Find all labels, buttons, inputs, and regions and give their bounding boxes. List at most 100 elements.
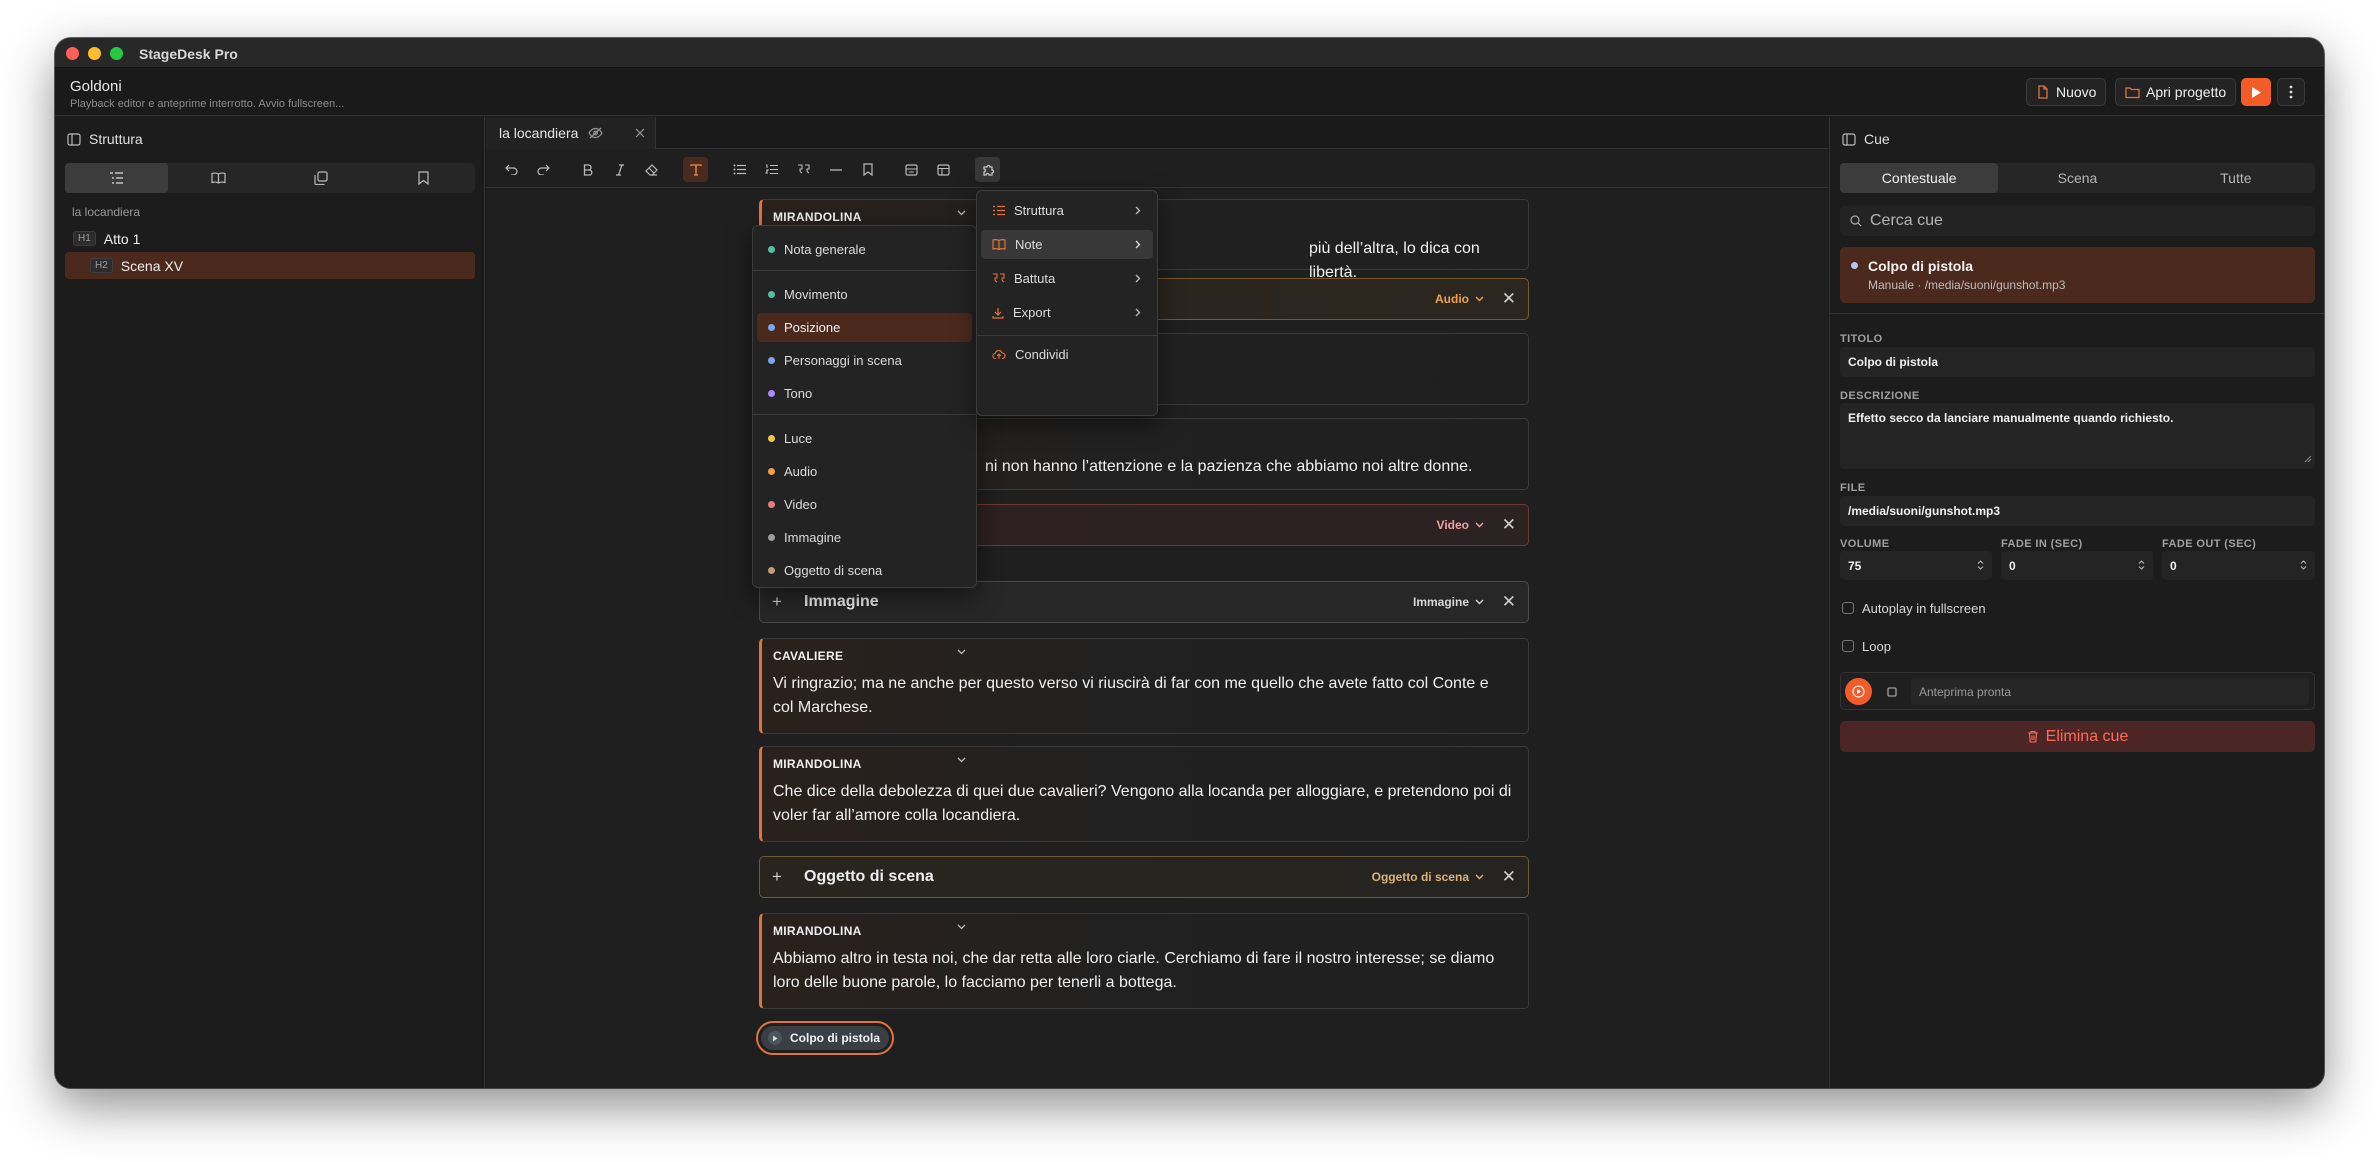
stepper-icon[interactable] [2300,559,2307,574]
list-icon [992,205,1005,216]
stepper-icon[interactable] [2138,559,2145,574]
cue-list-item-selected[interactable]: Colpo di pistola Manuale · /media/suoni/… [1840,247,2315,303]
menu-item-audio[interactable]: Audio [757,457,972,486]
new-button[interactable]: Nuovo [2026,78,2107,106]
menu-item-note[interactable]: Note [981,230,1153,259]
menu-item-struttura[interactable]: Struttura [981,196,1153,225]
autoplay-checkbox[interactable] [1842,602,1854,614]
tree-item-atto-1[interactable]: H1 Atto 1 [73,225,473,252]
description-field[interactable]: Effetto secco da lanciare manualmente qu… [1840,403,2315,469]
menu-item-tono[interactable]: Tono [757,379,972,408]
tab-contestuale[interactable]: Contestuale [1840,163,1999,193]
dot-icon [768,390,775,397]
quote-button[interactable] [791,157,816,182]
line-text[interactable]: Vi ringrazio; ma ne anche per questo ver… [773,672,1513,720]
play-fullscreen-button[interactable] [2241,78,2271,106]
divider [1830,313,2324,314]
menu-item-personaggi-in-scena[interactable]: Personaggi in scena [757,346,972,375]
cue-title[interactable]: Oggetto di scena [804,868,934,886]
chevron-down-icon[interactable] [957,924,966,930]
numbered-list-button[interactable] [759,157,784,182]
tree-item-scena-xv[interactable]: H2 Scena XV [65,252,475,279]
cue-type-select[interactable]: Oggetto di scena [1372,870,1484,884]
close-icon[interactable]: ✕ [1502,289,1516,309]
menu-item-oggetto-di-scena[interactable]: Oggetto di scena [757,556,972,585]
menu-item-nota-generale[interactable]: Nota generale [757,235,972,264]
insert-menu-button[interactable] [975,157,1000,182]
block-button[interactable] [899,157,924,182]
cue-type-select[interactable]: Immagine [1413,595,1484,609]
add-icon[interactable]: + [772,867,782,887]
cue-chip-selected[interactable]: Colpo di pistola [756,1021,894,1055]
fade-in-stepper[interactable]: 0 [2001,551,2153,580]
line-block[interactable]: CAVALIERE Vi ringrazio; ma ne anche per … [759,638,1529,734]
line-block[interactable]: MIRANDOLINA Che dice della debolezza di … [759,746,1529,842]
cue-title[interactable]: Immagine [804,593,879,611]
menu-item-immagine[interactable]: Immagine [757,523,972,552]
clear-format-button[interactable] [639,157,664,182]
text-style-button[interactable] [683,157,708,182]
undo-button[interactable] [499,157,524,182]
chevron-down-icon[interactable] [957,649,966,655]
bold-button[interactable] [575,157,600,182]
close-window-button[interactable] [66,47,79,60]
preview-stop-button[interactable] [1878,678,1905,705]
table-button[interactable] [931,157,956,182]
close-icon[interactable]: ✕ [1502,867,1516,887]
play-icon[interactable] [768,1031,782,1045]
more-options-button[interactable] [2277,78,2305,106]
volume-stepper[interactable]: 75 [1840,551,1992,580]
search-input[interactable] [1870,212,2290,230]
bookmark-button[interactable] [855,157,880,182]
tab-scena[interactable]: Scena [1998,163,2156,193]
loop-checkbox[interactable] [1842,640,1854,652]
tab-copies[interactable] [270,163,373,193]
tab-bookmarks[interactable] [373,163,476,193]
line-text[interactable]: Che dice della debolezza di quei due cav… [773,780,1513,828]
tab-book[interactable] [168,163,271,193]
cue-block-prop[interactable]: + Oggetto di scena Oggetto di scena ✕ [759,856,1529,898]
divider-button[interactable] [823,157,848,182]
menu-item-condividi[interactable]: Condividi [981,340,1153,369]
line-text[interactable]: Abbiamo altro in testa noi, che dar rett… [773,947,1513,995]
chevron-down-icon[interactable] [957,757,966,763]
file-field[interactable]: /media/suoni/gunshot.mp3 [1840,496,2315,526]
menu-item-label: Audio [784,464,818,479]
cue-type-select[interactable]: Video [1437,518,1484,532]
delete-cue-button[interactable]: Elimina cue [1840,721,2315,752]
fade-out-label: FADE OUT (SEC) [2162,538,2257,550]
zoom-window-button[interactable] [110,47,123,60]
menu-item-movimento[interactable]: Movimento [757,280,972,309]
stepper-icon[interactable] [1977,559,1984,574]
eye-off-icon[interactable] [588,127,604,139]
close-icon[interactable]: ✕ [1502,515,1516,535]
tab-tutte[interactable]: Tutte [2157,163,2315,193]
menu-item-luce[interactable]: Luce [757,424,972,453]
sidebar-icon[interactable] [1842,132,1856,146]
bullet-list-button[interactable] [727,157,752,182]
italic-button[interactable] [607,157,632,182]
preview-play-button[interactable] [1845,678,1872,705]
menu-item-posizione[interactable]: Posizione [757,313,972,342]
resize-handle-icon[interactable] [2304,452,2312,466]
title-field[interactable]: Colpo di pistola [1840,347,2315,377]
document-tab[interactable]: la locandiera [486,117,656,149]
menu-item-video[interactable]: Video [757,490,972,519]
line-block[interactable]: MIRANDOLINA Abbiamo altro in testa noi, … [759,913,1529,1009]
chevron-down-icon[interactable] [957,210,966,216]
fade-out-stepper[interactable]: 0 [2162,551,2315,580]
sidebar-icon[interactable] [67,132,81,146]
minimize-window-button[interactable] [88,47,101,60]
menu-item-export[interactable]: Export [981,298,1153,327]
menu-item-battuta[interactable]: Battuta [981,264,1153,293]
tab-outline[interactable] [65,163,168,193]
close-icon[interactable]: ✕ [1502,592,1516,612]
cue-type-select[interactable]: Audio [1435,292,1484,306]
chevron-right-icon [1135,203,1141,218]
close-tab-icon[interactable] [635,128,645,138]
redo-button[interactable] [531,157,556,182]
open-project-button[interactable]: Apri progetto [2115,78,2237,106]
add-icon[interactable]: + [772,592,782,612]
cue-search[interactable] [1840,206,2315,236]
tree-item-label: Scena XV [120,257,184,274]
